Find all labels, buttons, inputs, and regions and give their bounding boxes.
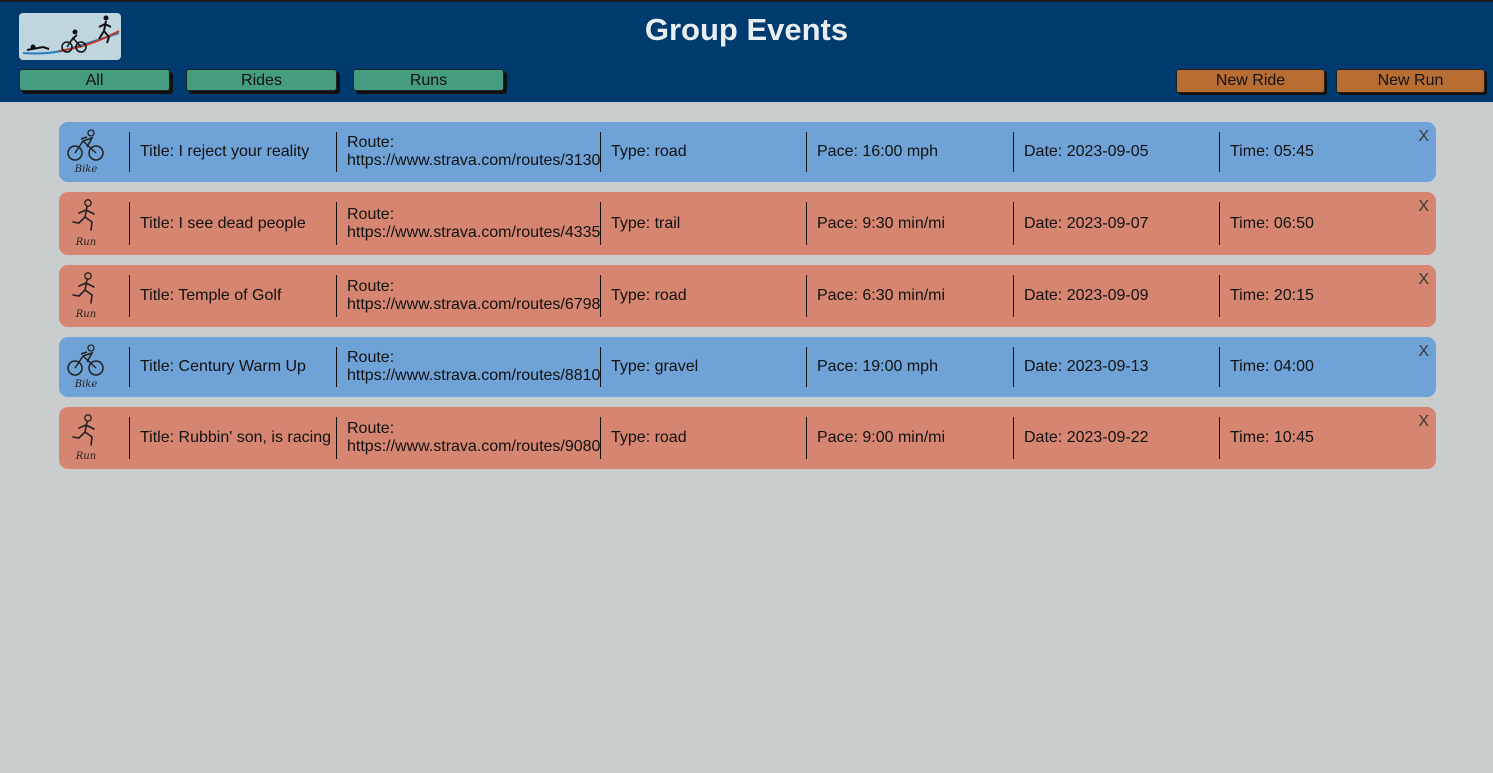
event-date: Date: 2023-09-13 — [1013, 347, 1219, 387]
event-time: Time: 05:45 — [1219, 132, 1419, 172]
route-link[interactable]: https://www.strava.com/routes/8810 — [347, 367, 600, 385]
route-label: Route: — [347, 205, 395, 223]
event-type: Type: road — [600, 417, 806, 459]
route-label: Route: — [347, 278, 395, 295]
event-card[interactable]: Bike Title: Century Warm Up Route: https://… — [59, 337, 1436, 397]
event-pace-text: Pace: 9:30 min/mi — [817, 214, 946, 232]
event-time-text: Time: 05:45 — [1230, 143, 1314, 160]
event-time: Time: 10:45 — [1219, 417, 1419, 459]
event-title: Title: I reject your reality — [129, 132, 337, 172]
event-type: Type: trail — [600, 202, 806, 245]
event-time: Time: 20:15 — [1219, 275, 1419, 317]
event-card[interactable]: Run Title: I see dead people Route: https:/… — [59, 192, 1436, 255]
route-link[interactable]: https://www.strava.com/routes/3130 — [347, 152, 600, 170]
event-title: Title: Century Warm Up — [129, 347, 337, 387]
event-card[interactable]: Bike Title: I reject your reality Route: ht… — [59, 122, 1436, 182]
event-kind-label: Run — [75, 237, 97, 248]
event-route[interactable]: Route: https://www.strava.com/routes/6798 — [336, 275, 600, 317]
event-route[interactable]: Route: https://www.strava.com/routes/8810 — [336, 347, 600, 387]
event-pace: Pace: 9:00 min/mi — [806, 417, 1013, 459]
route-label: Route: — [347, 349, 395, 366]
event-route[interactable]: Route: https://www.strava.com/routes/3130 — [336, 132, 600, 172]
event-time: Time: 06:50 — [1219, 202, 1419, 245]
event-date: Date: 2023-09-05 — [1013, 132, 1219, 172]
event-time-text: Time: 20:15 — [1230, 287, 1314, 304]
event-pace: Pace: 19:00 mph — [806, 347, 1013, 387]
event-type-text: Type: trail — [611, 214, 681, 232]
event-title-text: Title: I reject your reality — [140, 143, 310, 160]
event-route[interactable]: Route: https://www.strava.com/routes/4335 — [336, 202, 600, 245]
event-date-text: Date: 2023-09-05 — [1024, 143, 1149, 160]
event-type-text: Type: gravel — [611, 358, 699, 375]
event-title: Title: Rubbin' son, is racing — [129, 417, 337, 459]
new-run-button[interactable]: New Run — [1336, 69, 1485, 93]
event-date-text: Date: 2023-09-22 — [1024, 429, 1149, 446]
app-header: Group Events All Rides Runs New Ride New… — [0, 0, 1493, 102]
event-date: Date: 2023-09-22 — [1013, 417, 1219, 459]
filter-all-button[interactable]: All — [19, 69, 170, 91]
event-date: Date: 2023-09-07 — [1013, 202, 1219, 245]
delete-event-button[interactable]: X — [1418, 128, 1429, 146]
event-title-text: Title: I see dead people — [140, 214, 306, 232]
filter-runs-button[interactable]: Runs — [353, 69, 504, 91]
event-title-text: Title: Rubbin' son, is racing — [140, 429, 331, 446]
event-card[interactable]: Run Title: Rubbin' son, is racing Route: ht… — [59, 407, 1436, 469]
event-title-text: Title: Century Warm Up — [140, 358, 306, 375]
route-link[interactable]: https://www.strava.com/routes/6798 — [347, 296, 600, 314]
event-date-text: Date: 2023-09-09 — [1024, 287, 1149, 304]
delete-event-button[interactable]: X — [1418, 413, 1429, 431]
event-card[interactable]: Run Title: Temple of Golf Route: https://ww… — [59, 265, 1436, 327]
event-route[interactable]: Route: https://www.strava.com/routes/9080 — [336, 417, 600, 459]
event-time: Time: 04:00 — [1219, 347, 1419, 387]
event-date-text: Date: 2023-09-13 — [1024, 358, 1149, 375]
event-type: Type: road — [600, 132, 806, 172]
route-link[interactable]: https://www.strava.com/routes/9080 — [347, 438, 600, 456]
event-kind-label: Run — [75, 451, 97, 462]
event-type: Type: gravel — [600, 347, 806, 387]
event-time-text: Time: 04:00 — [1230, 358, 1314, 375]
event-type: Type: road — [600, 275, 806, 317]
event-time-text: Time: 06:50 — [1230, 214, 1314, 232]
event-pace-text: Pace: 6:30 min/mi — [817, 287, 946, 304]
delete-event-button[interactable]: X — [1418, 343, 1429, 361]
event-kind-label: Bike — [74, 379, 98, 390]
page-title: Group Events — [644, 12, 849, 47]
route-link[interactable]: https://www.strava.com/routes/4335 — [347, 224, 600, 242]
event-type-text: Type: road — [611, 143, 687, 160]
filter-rides-button[interactable]: Rides — [186, 69, 337, 91]
delete-event-button[interactable]: X — [1418, 198, 1429, 216]
new-ride-button[interactable]: New Ride — [1176, 69, 1325, 93]
event-date: Date: 2023-09-09 — [1013, 275, 1219, 317]
event-pace: Pace: 6:30 min/mi — [806, 275, 1013, 317]
event-date-text: Date: 2023-09-07 — [1024, 214, 1149, 232]
event-title: Title: I see dead people — [129, 202, 337, 245]
event-title-text: Title: Temple of Golf — [140, 287, 282, 304]
event-pace-text: Pace: 19:00 mph — [817, 358, 938, 375]
event-pace: Pace: 16:00 mph — [806, 132, 1013, 172]
event-title: Title: Temple of Golf — [129, 275, 337, 317]
route-label: Route: — [347, 420, 395, 437]
route-label: Route: — [347, 134, 395, 151]
event-kind-label: Run — [75, 309, 97, 320]
event-pace: Pace: 9:30 min/mi — [806, 202, 1013, 245]
event-pace-text: Pace: 16:00 mph — [817, 143, 938, 160]
event-kind-label: Bike — [74, 164, 98, 175]
delete-event-button[interactable]: X — [1418, 271, 1429, 289]
event-time-text: Time: 10:45 — [1230, 429, 1314, 446]
event-pace-text: Pace: 9:00 min/mi — [817, 429, 946, 446]
event-type-text: Type: road — [611, 429, 687, 446]
event-type-text: Type: road — [611, 287, 687, 304]
